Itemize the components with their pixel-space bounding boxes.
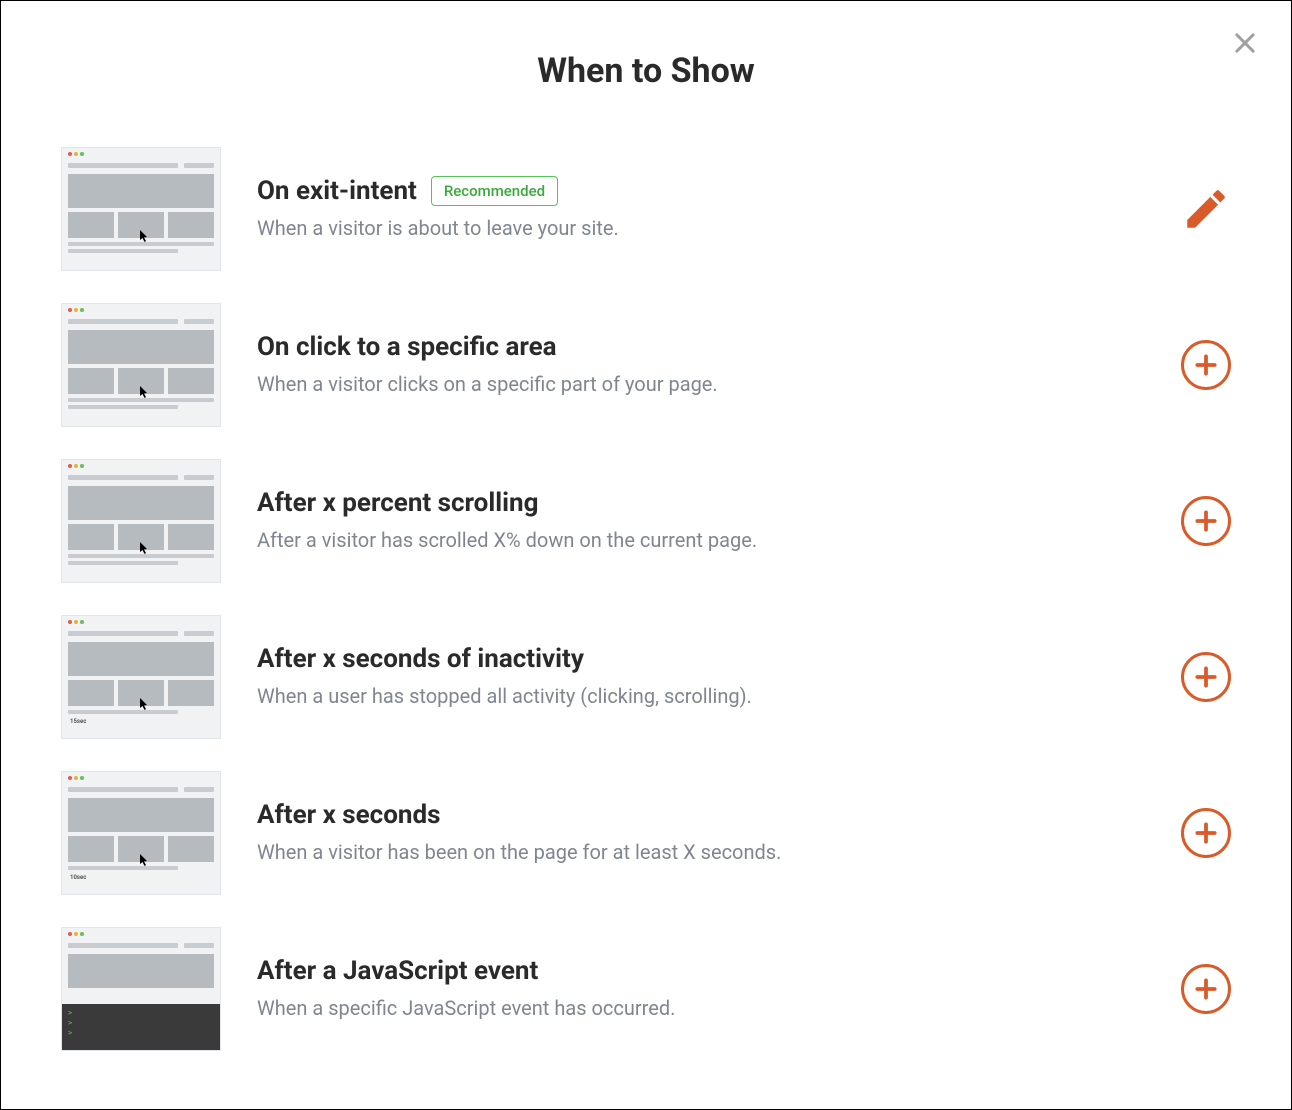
rule-row-js-event: > > > After a JavaScript event When a sp… [61,911,1231,1067]
add-rule-button[interactable] [1181,340,1231,390]
recommended-badge: Recommended [431,176,558,206]
rule-row-seconds: 10sec After x seconds When a visitor has… [61,755,1231,911]
rule-description: When a visitor clicks on a specific part… [257,370,1145,398]
rule-title: After x percent scrolling [257,488,538,518]
plus-icon [1193,664,1219,690]
plus-icon [1193,820,1219,846]
rule-description: When a user has stopped all activity (cl… [257,682,1145,710]
rule-thumbnail: > > > [61,927,221,1051]
thumb-label: 10sec [70,874,86,881]
rule-thumbnail [61,459,221,583]
rule-row-exit-intent: On exit-intent Recommended When a visito… [61,131,1231,287]
add-rule-button[interactable] [1181,964,1231,1014]
rule-description: When a visitor is about to leave your si… [257,214,1145,242]
rule-description: After a visitor has scrolled X% down on … [257,526,1145,554]
rule-title: On click to a specific area [257,332,557,362]
add-rule-button[interactable] [1181,652,1231,702]
rule-body: After x percent scrolling After a visito… [257,488,1145,554]
cursor-icon [140,698,150,710]
rule-body: After x seconds When a visitor has been … [257,800,1145,866]
add-rule-button[interactable] [1181,496,1231,546]
thumb-label: 15sec [70,718,86,725]
rule-body: After x seconds of inactivity When a use… [257,644,1145,710]
plus-icon [1193,508,1219,534]
rule-title: After x seconds of inactivity [257,644,584,674]
rule-thumbnail [61,147,221,271]
plus-icon [1193,976,1219,1002]
rule-body: On click to a specific area When a visit… [257,332,1145,398]
modal-title: When to Show [1,1,1291,131]
rule-title: After a JavaScript event [257,956,538,986]
rule-title: On exit-intent [257,176,417,206]
plus-icon [1193,352,1219,378]
rule-row-inactivity: 15sec After x seconds of inactivity When… [61,599,1231,755]
rule-description: When a specific JavaScript event has occ… [257,994,1145,1022]
rule-title: After x seconds [257,800,440,830]
rule-row-percent-scroll: After x percent scrolling After a visito… [61,443,1231,599]
rule-thumbnail: 10sec [61,771,221,895]
rules-list: On exit-intent Recommended When a visito… [1,131,1291,1067]
cursor-icon [140,386,150,398]
rule-description: When a visitor has been on the page for … [257,838,1145,866]
console-preview: > > > [62,1004,220,1050]
pencil-icon [1181,184,1231,234]
cursor-icon [140,230,150,242]
rule-body: After a JavaScript event When a specific… [257,956,1145,1022]
rule-body: On exit-intent Recommended When a visito… [257,176,1145,242]
rule-thumbnail: 15sec [61,615,221,739]
close-icon [1231,29,1259,57]
rule-row-click-area: On click to a specific area When a visit… [61,287,1231,443]
close-button[interactable] [1231,29,1259,61]
cursor-icon [140,854,150,866]
rule-thumbnail [61,303,221,427]
add-rule-button[interactable] [1181,808,1231,858]
cursor-icon [140,542,150,554]
edit-rule-button[interactable] [1181,184,1231,234]
